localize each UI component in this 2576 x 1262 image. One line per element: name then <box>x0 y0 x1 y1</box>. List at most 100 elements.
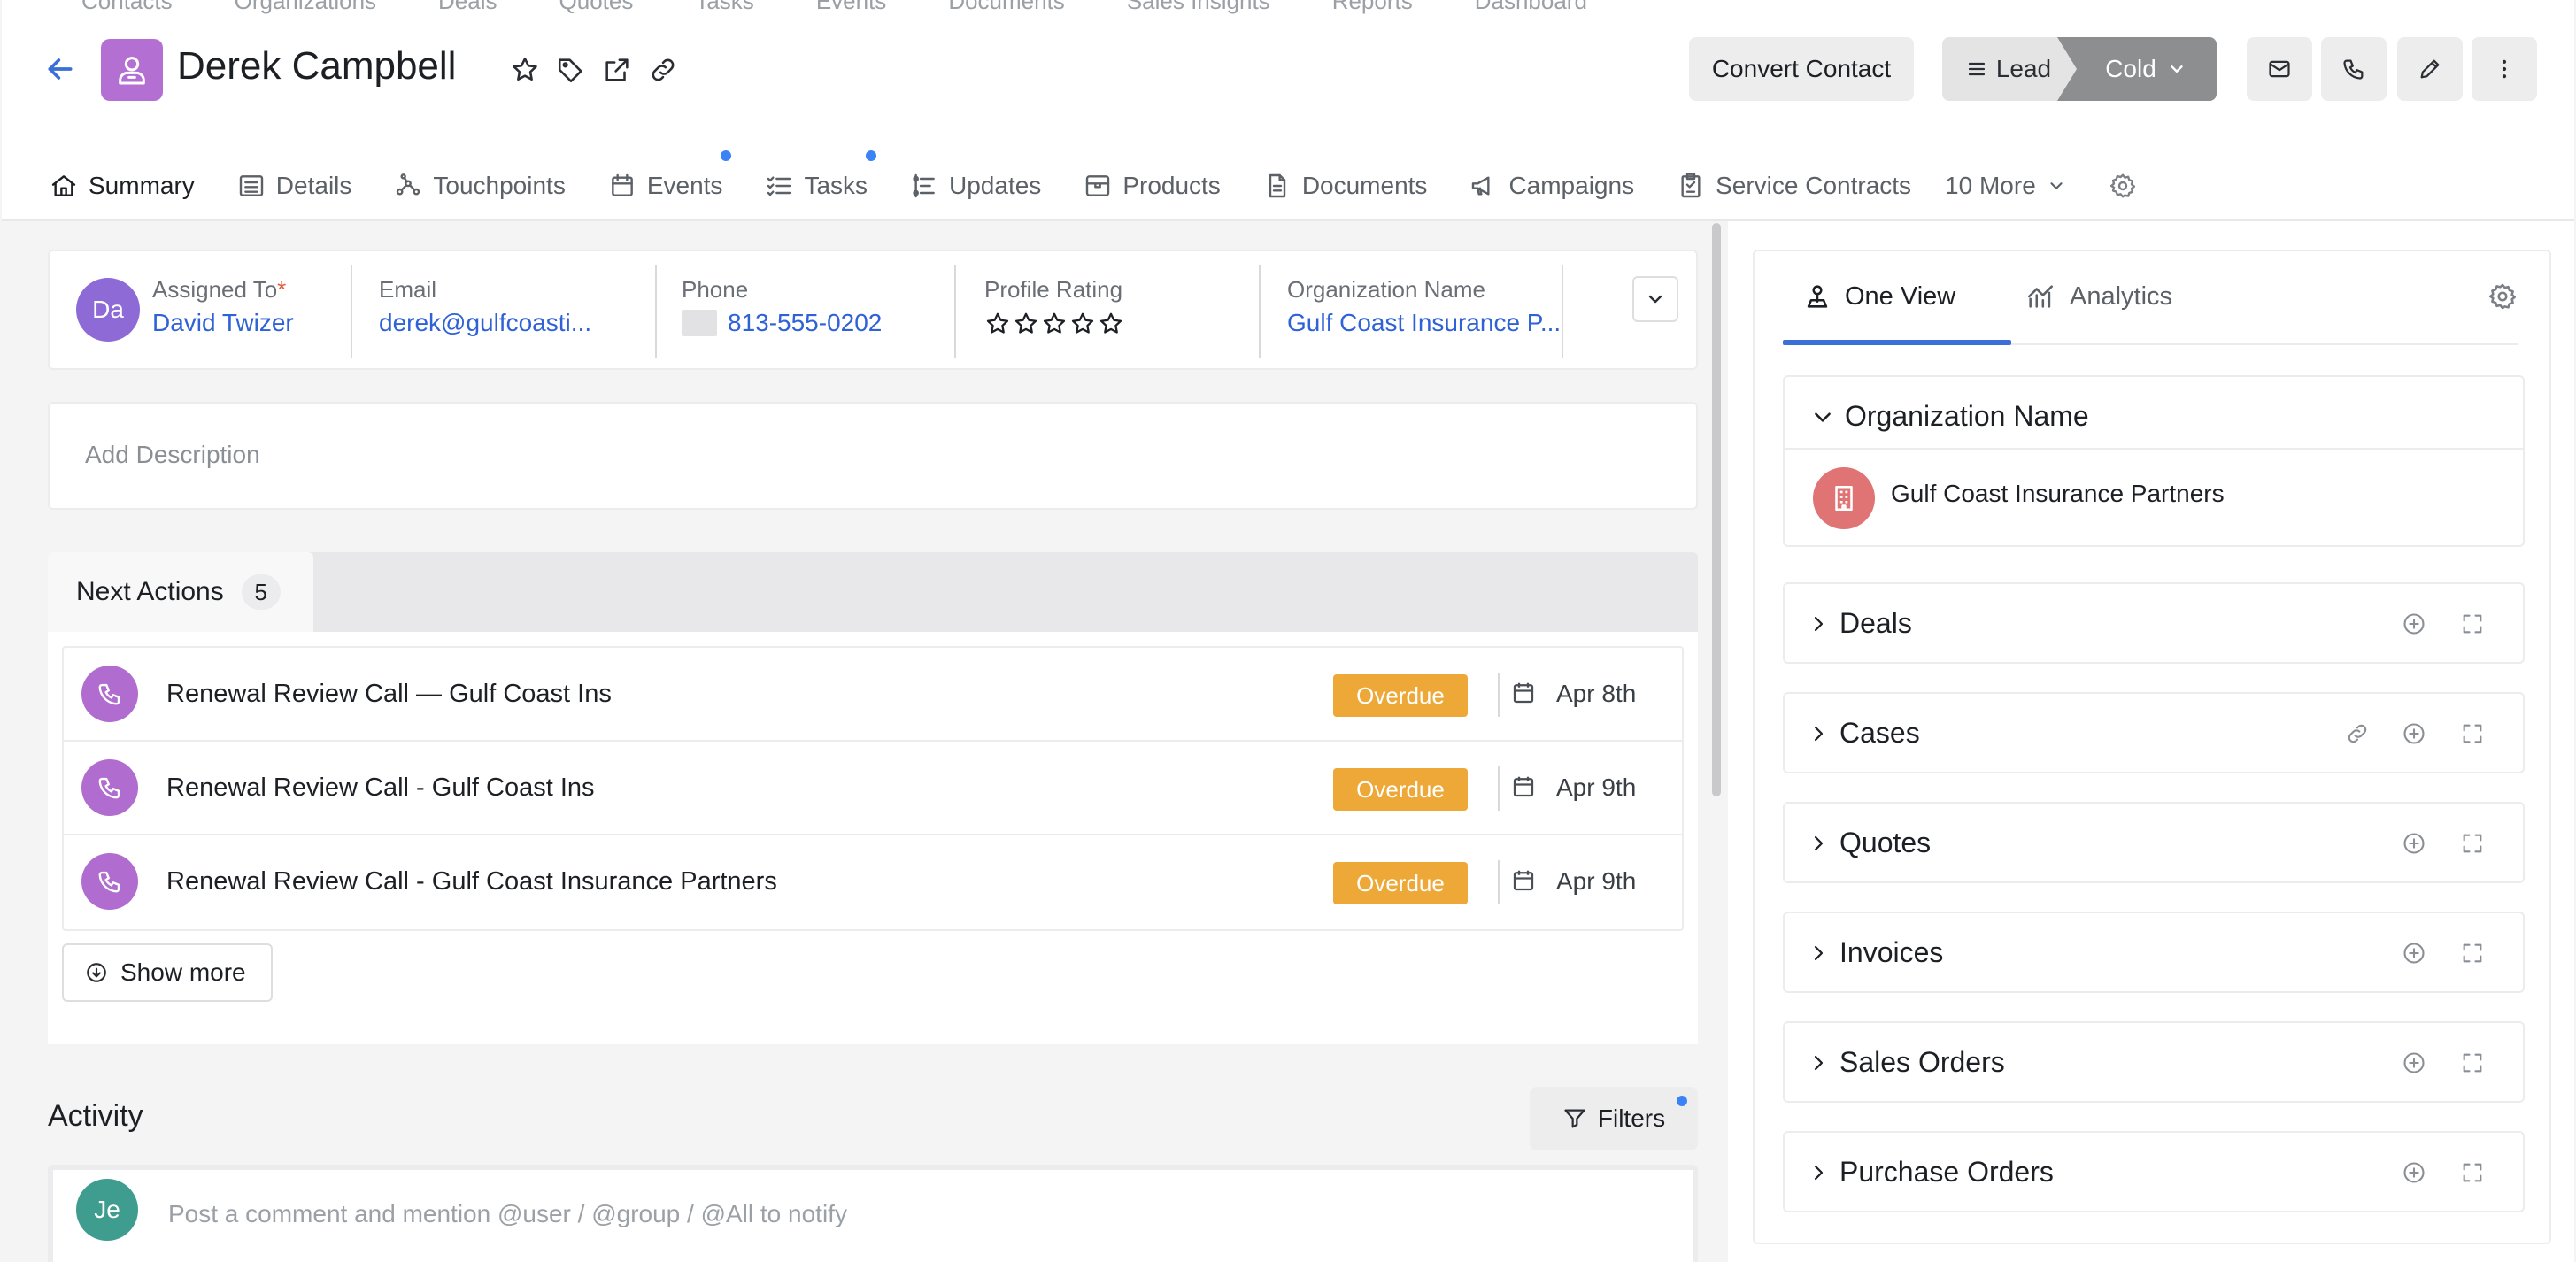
box-icon <box>1086 175 1110 196</box>
tab-updates[interactable]: Updates <box>910 150 1041 221</box>
top-nav-item[interactable]: Dashboard <box>1475 0 1587 15</box>
star-icon[interactable] <box>984 311 1011 337</box>
convert-contact-button[interactable]: Convert Contact <box>1689 37 1914 101</box>
top-nav-item[interactable]: Documents <box>948 0 1065 15</box>
add-icon[interactable] <box>2399 609 2429 639</box>
active-tab-underline <box>1783 340 2011 345</box>
expand-fields-button[interactable] <box>1632 276 1678 322</box>
tab-next-actions[interactable]: Next Actions 5 <box>48 552 313 632</box>
back-arrow-icon[interactable] <box>42 51 78 87</box>
tab-documents[interactable]: Documents <box>1263 150 1428 221</box>
tag-icon[interactable] <box>556 55 586 85</box>
chevron-down-icon <box>2050 182 2063 189</box>
star-icon[interactable] <box>1069 311 1096 337</box>
add-description-input[interactable]: Add Description <box>85 441 260 469</box>
tab-service-contracts[interactable]: Service Contracts <box>1677 150 1911 221</box>
star-icon[interactable] <box>1098 311 1124 337</box>
tab-touchpoints[interactable]: Touchpoints <box>394 150 566 221</box>
chevron-right-icon <box>1814 945 1824 960</box>
next-action-title[interactable]: Renewal Review Call - Gulf Coast Ins <box>166 773 595 803</box>
star-icon[interactable] <box>510 55 540 85</box>
add-icon[interactable] <box>2399 1158 2429 1188</box>
expand-icon[interactable] <box>2457 828 2487 858</box>
status-badge: Overdue <box>1333 862 1468 904</box>
tab-more[interactable]: 10 More <box>1945 150 2066 221</box>
link-icon[interactable] <box>648 55 678 85</box>
organization-value[interactable]: Gulf Coast Insurance P... <box>1287 309 1562 337</box>
more-options-button[interactable] <box>2472 37 2537 101</box>
phone-icon <box>81 759 138 816</box>
section-deals[interactable]: Deals <box>1783 582 2525 664</box>
tab-tasks[interactable]: Tasks <box>765 150 877 221</box>
tab-analytics[interactable]: Analytics <box>2024 281 2172 312</box>
list-item[interactable]: Renewal Review Call - Gulf Coast Insuran… <box>64 835 1682 929</box>
tab-summary[interactable]: Summary <box>28 150 216 223</box>
add-icon[interactable] <box>2399 1048 2429 1078</box>
organization-section-header[interactable]: Organization Name <box>1811 400 2089 433</box>
top-nav-item[interactable]: Sales Insights <box>1127 0 1270 15</box>
expand-icon[interactable] <box>2457 1158 2487 1188</box>
expand-icon[interactable] <box>2457 1048 2487 1078</box>
section-quotes[interactable]: Quotes <box>1783 802 2525 883</box>
expand-icon[interactable] <box>2457 609 2487 639</box>
star-icon[interactable] <box>1041 311 1068 337</box>
list-item[interactable]: Renewal Review Call - Gulf Coast Ins Over… <box>64 742 1682 835</box>
call-button[interactable] <box>2321 37 2387 101</box>
pencil-icon <box>2420 59 2440 79</box>
tab-label: Updates <box>949 172 1042 199</box>
section-cases[interactable]: Cases <box>1783 692 2525 773</box>
section-purchase-orders[interactable]: Purchase Orders <box>1783 1131 2525 1212</box>
tab-label: Service Contracts <box>1716 172 1912 199</box>
top-nav-item[interactable]: Deals <box>438 0 497 15</box>
organization-link[interactable]: Gulf Coast Insurance Partners <box>1891 480 2225 508</box>
add-icon[interactable] <box>2399 828 2429 858</box>
next-action-title[interactable]: Renewal Review Call — Gulf Coast Ins <box>166 680 612 709</box>
tab-products[interactable]: Products <box>1084 150 1221 221</box>
organization-section: Organization Name Gulf Coast Insurance P… <box>1783 375 2525 547</box>
assigned-to-value[interactable]: David Twizer <box>152 309 294 337</box>
gear-icon[interactable] <box>2487 281 2518 312</box>
stage-cold-button[interactable]: Cold <box>2057 37 2217 101</box>
phone-value[interactable]: 813-555-0202 <box>728 309 882 337</box>
top-nav-item[interactable]: Events <box>816 0 887 15</box>
tab-details[interactable]: Details <box>237 150 351 221</box>
chevron-down-icon <box>1648 295 1662 304</box>
filters-active-dot <box>1677 1096 1687 1106</box>
tab-one-view[interactable]: One View <box>1802 281 1955 312</box>
link-icon[interactable] <box>2342 719 2372 749</box>
expand-icon[interactable] <box>2457 938 2487 968</box>
add-icon[interactable] <box>2399 719 2429 749</box>
star-icon[interactable] <box>1013 311 1039 337</box>
tab-campaigns[interactable]: Campaigns <box>1469 150 1634 221</box>
external-link-icon[interactable] <box>602 55 632 85</box>
tab-label: Documents <box>1301 172 1428 199</box>
email-button[interactable] <box>2247 37 2312 101</box>
email-value[interactable]: derek@gulfcoasti... <box>379 309 618 337</box>
list-item[interactable]: Renewal Review Call — Gulf Coast Ins Over… <box>64 648 1682 742</box>
next-action-title[interactable]: Renewal Review Call - Gulf Coast Insuran… <box>166 867 777 896</box>
section-invoices[interactable]: Invoices <box>1783 912 2525 993</box>
top-nav-item[interactable]: Tasks <box>695 0 753 15</box>
top-nav-item[interactable]: Organizations <box>235 0 376 15</box>
stage-lead-button[interactable]: Lead <box>1942 37 2075 101</box>
expand-icon[interactable] <box>2457 719 2487 749</box>
top-nav-item[interactable]: Contacts <box>81 0 173 15</box>
rating-stars[interactable] <box>984 311 1124 337</box>
comment-input[interactable]: Post a comment and mention @user / @grou… <box>168 1200 847 1228</box>
top-nav-item[interactable]: Reports <box>1332 0 1413 15</box>
comment-composer[interactable]: Je Post a comment and mention @user / @g… <box>48 1165 1698 1262</box>
tab-settings-gear-icon[interactable] <box>2109 150 2137 221</box>
tab-events[interactable]: Events <box>608 150 732 221</box>
section-title: Purchase Orders <box>1839 1156 2054 1188</box>
section-sales-orders[interactable]: Sales Orders <box>1783 1021 2525 1103</box>
menu-lines-icon <box>1968 62 1985 76</box>
filters-button[interactable]: Filters <box>1530 1087 1698 1150</box>
show-more-button[interactable]: Show more <box>62 943 273 1002</box>
scrollbar-thumb[interactable] <box>1712 223 1721 796</box>
top-nav-item[interactable]: Quotes <box>559 0 634 15</box>
gear-icon <box>2109 173 2135 198</box>
edit-button[interactable] <box>2397 37 2463 101</box>
assigned-to-label: Assigned To <box>152 276 278 303</box>
add-icon[interactable] <box>2399 938 2429 968</box>
one-view-label: One View <box>1845 281 1956 311</box>
